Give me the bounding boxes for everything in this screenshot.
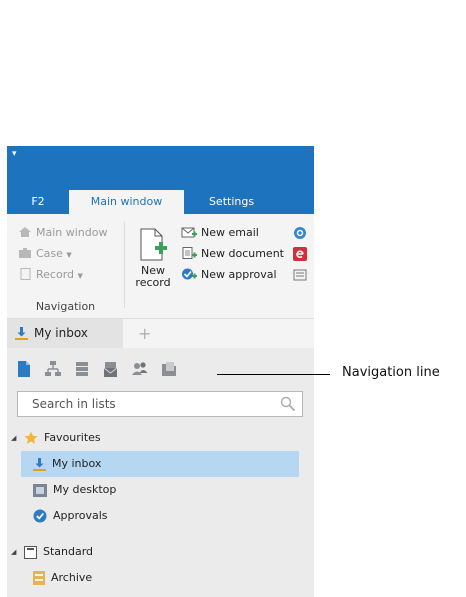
callout-pointer-line	[217, 374, 330, 375]
my-desktop-label: My desktop	[53, 483, 117, 496]
new-email-button[interactable]: New email	[181, 224, 259, 242]
case-chevron-down-icon: ▼	[66, 251, 72, 259]
expand-caret-icon[interactable]: ◢	[11, 425, 16, 451]
tree-node-standard[interactable]: ◢ Standard	[7, 539, 307, 565]
document-tab-strip: My inbox +	[7, 319, 314, 348]
new-record-icon	[140, 228, 167, 261]
star-icon	[24, 431, 38, 444]
list-form-icon[interactable]	[293, 268, 307, 282]
navigation-group-label: Navigation	[35, 300, 96, 313]
archive-label: Archive	[51, 571, 93, 584]
home-icon	[19, 227, 31, 237]
new-record-button[interactable]: New record	[131, 228, 175, 289]
inbox-download-icon	[15, 327, 28, 340]
archive-cabinet-nav-icon[interactable]	[73, 360, 91, 378]
approval-check-icon	[33, 509, 47, 523]
desktop-icon	[33, 483, 47, 497]
main-window-button[interactable]: Main window	[18, 224, 108, 242]
email-icon	[181, 227, 197, 238]
navigation-line-callout: Navigation line	[342, 365, 440, 380]
hierarchy-nav-icon[interactable]	[44, 360, 62, 378]
record-icon	[20, 268, 31, 280]
approval-icon	[182, 268, 197, 280]
tree-item-my-inbox[interactable]: My inbox	[21, 451, 299, 477]
users-nav-icon[interactable]	[131, 360, 149, 378]
f2-app-window: ▾ F2 Main window Settings Main window Ca…	[7, 146, 314, 597]
ribbon-divider	[124, 222, 125, 308]
expand-caret-icon[interactable]: ◢	[11, 539, 16, 565]
standard-list-icon	[24, 545, 37, 559]
search-input[interactable]	[30, 392, 274, 416]
new-approval-button[interactable]: New approval	[181, 266, 277, 284]
new-email-label: New email	[201, 226, 259, 239]
folder-document-nav-icon[interactable]	[160, 360, 178, 378]
tab-main-window[interactable]: Main window	[69, 190, 184, 214]
tree-item-approvals[interactable]: Approvals	[21, 503, 299, 529]
standard-label: Standard	[43, 545, 94, 558]
new-document-label: New document	[201, 247, 284, 260]
tree-item-my-desktop[interactable]: My desktop	[21, 477, 299, 503]
mail-stack-nav-icon[interactable]	[102, 360, 120, 378]
inbox-download-icon	[33, 457, 46, 471]
lists-panel: ◢ Favourites My inbox My desktop Approva…	[7, 348, 314, 597]
new-record-label-2: record	[135, 276, 171, 289]
record-label: Record	[36, 268, 75, 281]
tree-node-favourites[interactable]: ◢ Favourites	[7, 425, 307, 451]
approvals-label: Approvals	[53, 509, 108, 522]
ribbon: Main window Case ▼ Record ▼ Navigation N…	[7, 214, 314, 319]
tab-f2[interactable]: F2	[7, 190, 69, 214]
title-bar: ▾ F2 Main window Settings	[7, 146, 314, 214]
tab-settings[interactable]: Settings	[184, 190, 279, 214]
new-document-button[interactable]: New document	[181, 245, 284, 263]
add-tab-button[interactable]: +	[138, 324, 151, 343]
search-icon[interactable]	[280, 396, 296, 412]
quick-access-menu-icon[interactable]: ▾	[12, 150, 17, 159]
e-document-icon[interactable]	[293, 247, 307, 261]
search-lists-field[interactable]	[17, 391, 303, 417]
case-label: Case	[36, 247, 63, 260]
document-nav-icon[interactable]	[15, 360, 33, 378]
favourites-label: Favourites	[44, 431, 101, 444]
my-inbox-tab[interactable]: My inbox	[7, 319, 123, 348]
new-approval-label: New approval	[201, 268, 277, 281]
main-window-label: Main window	[36, 226, 108, 239]
case-icon	[19, 248, 31, 258]
case-dropdown[interactable]: Case ▼	[18, 245, 72, 263]
my-inbox-tab-label: My inbox	[34, 326, 88, 340]
at-sign-icon[interactable]	[293, 226, 307, 240]
document-icon	[182, 247, 197, 259]
archive-icon	[33, 571, 45, 585]
record-dropdown[interactable]: Record ▼	[18, 266, 83, 284]
my-inbox-label: My inbox	[52, 457, 102, 470]
record-chevron-down-icon: ▼	[77, 272, 83, 280]
tree-item-archive[interactable]: Archive	[21, 565, 299, 591]
